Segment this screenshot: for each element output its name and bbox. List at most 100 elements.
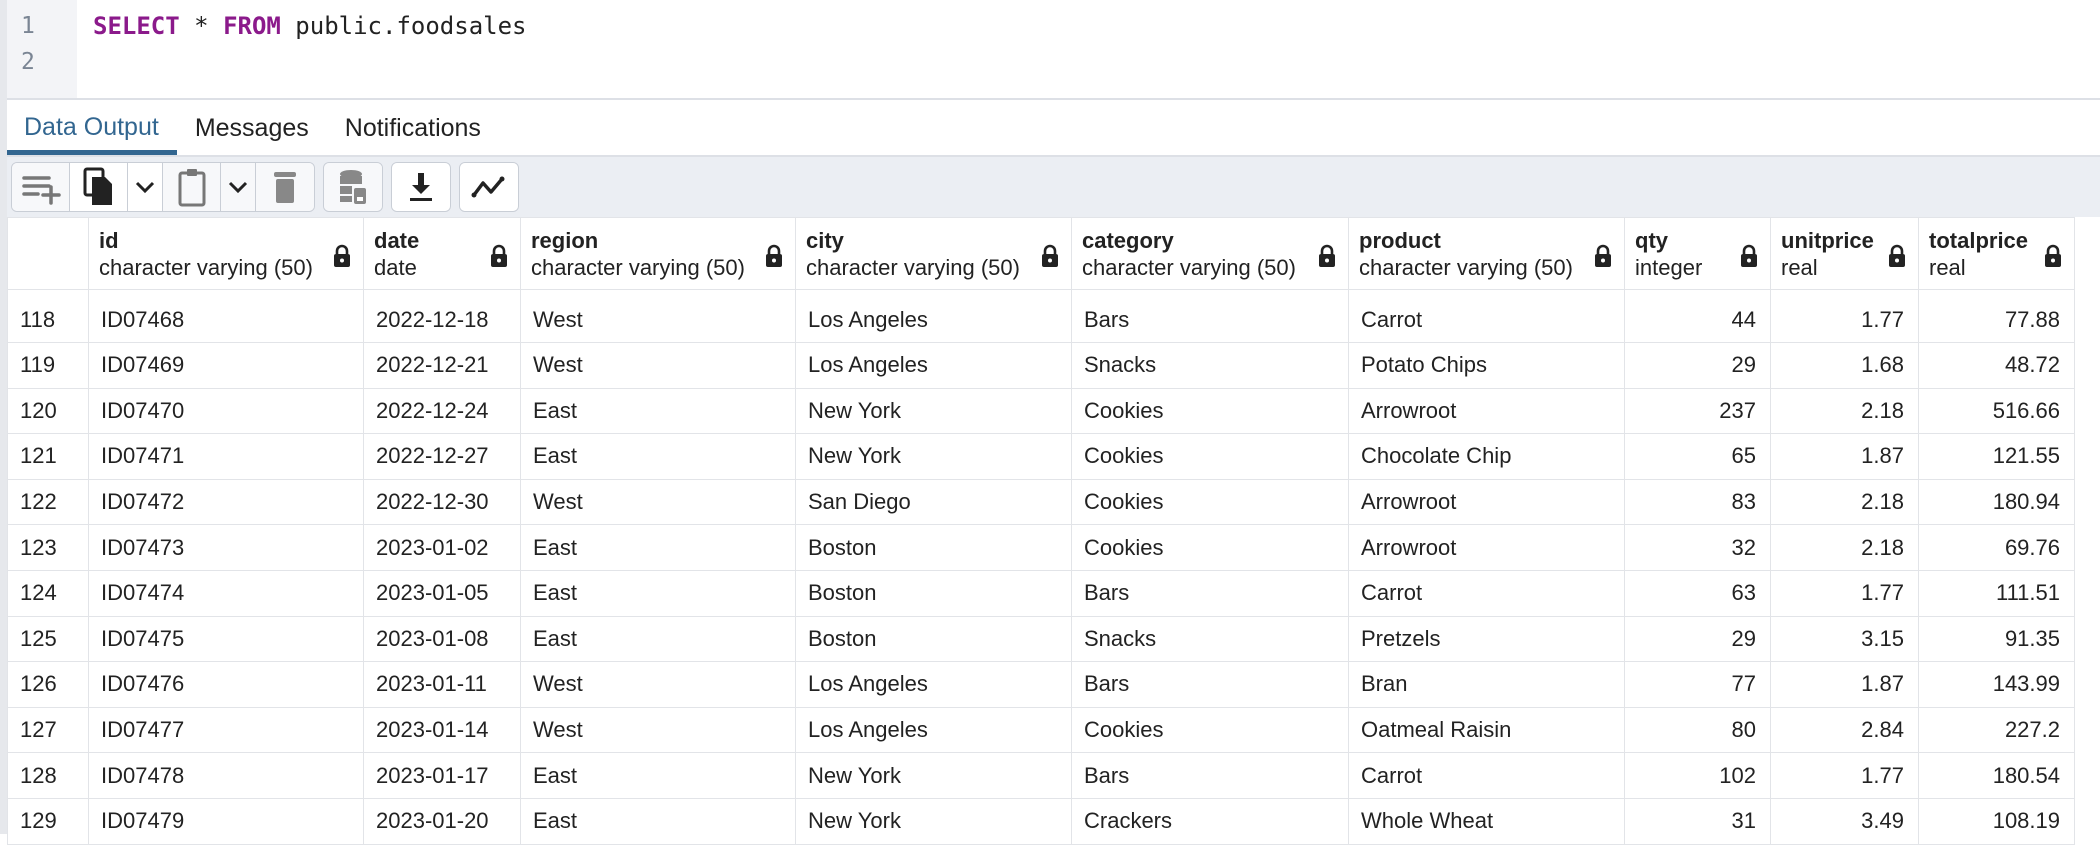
cell-row-number[interactable]: 118 xyxy=(7,289,89,343)
cell-id[interactable]: ID07476 xyxy=(88,661,364,708)
cell-totalprice[interactable]: 180.54 xyxy=(1918,752,2075,799)
table-row[interactable]: 128 ID07478 2023-01-17 East New York Bars Carr… xyxy=(7,752,2075,799)
column-header-qty[interactable]: qty integer xyxy=(1624,217,1771,290)
cell-category[interactable]: Cookies xyxy=(1071,524,1349,571)
cell-region[interactable]: West xyxy=(520,478,796,526)
row-number-header[interactable] xyxy=(7,217,89,290)
cell-row-number[interactable]: 127 xyxy=(7,706,89,754)
cell-region[interactable]: West xyxy=(520,342,796,389)
cell-qty[interactable]: 77 xyxy=(1624,661,1771,708)
cell-totalprice[interactable]: 143.99 xyxy=(1918,661,2075,708)
table-row[interactable]: 122 ID07472 2022-12-30 West San Diego Cookies… xyxy=(7,478,2075,526)
cell-region[interactable]: East xyxy=(520,752,796,799)
cell-id[interactable]: ID07469 xyxy=(88,342,364,389)
table-row[interactable]: 118 ID07468 2022-12-18 West Los Angeles Bars C… xyxy=(7,289,2075,343)
cell-product[interactable]: Pretzels xyxy=(1348,615,1625,663)
cell-city[interactable]: New York xyxy=(795,797,1072,845)
cell-product[interactable]: Chocolate Chip xyxy=(1348,433,1625,480)
cell-date[interactable]: 2023-01-14 xyxy=(363,706,521,754)
table-row[interactable]: 123 ID07473 2023-01-02 East Boston Cookies Arr… xyxy=(7,524,2075,571)
cell-city[interactable]: Boston xyxy=(795,524,1072,571)
cell-id[interactable]: ID07474 xyxy=(88,569,364,617)
cell-date[interactable]: 2022-12-27 xyxy=(363,433,521,480)
column-header-city[interactable]: city character varying (50) xyxy=(795,217,1072,290)
cell-city[interactable]: Los Angeles xyxy=(795,342,1072,389)
cell-product[interactable]: Carrot xyxy=(1348,289,1625,343)
cell-date[interactable]: 2022-12-24 xyxy=(363,387,521,435)
cell-category[interactable]: Bars xyxy=(1071,569,1349,617)
cell-unitprice[interactable]: 1.68 xyxy=(1770,342,1919,389)
cell-totalprice[interactable]: 227.2 xyxy=(1918,706,2075,754)
cell-row-number[interactable]: 125 xyxy=(7,615,89,663)
cell-product[interactable]: Whole Wheat xyxy=(1348,797,1625,845)
cell-city[interactable]: Boston xyxy=(795,569,1072,617)
cell-category[interactable]: Bars xyxy=(1071,661,1349,708)
cell-row-number[interactable]: 129 xyxy=(7,797,89,845)
cell-qty[interactable]: 63 xyxy=(1624,569,1771,617)
cell-city[interactable]: Los Angeles xyxy=(795,289,1072,343)
column-header-category[interactable]: category character varying (50) xyxy=(1071,217,1349,290)
cell-region[interactable]: East xyxy=(520,569,796,617)
cell-unitprice[interactable]: 1.87 xyxy=(1770,433,1919,480)
cell-qty[interactable]: 237 xyxy=(1624,387,1771,435)
cell-product[interactable]: Arrowroot xyxy=(1348,524,1625,571)
table-row[interactable]: 126 ID07476 2023-01-11 West Los Angeles Bars B… xyxy=(7,661,2075,708)
column-header-product[interactable]: product character varying (50) xyxy=(1348,217,1625,290)
cell-product[interactable]: Potato Chips xyxy=(1348,342,1625,389)
cell-category[interactable]: Bars xyxy=(1071,752,1349,799)
cell-id[interactable]: ID07473 xyxy=(88,524,364,571)
cell-region[interactable]: East xyxy=(520,387,796,435)
cell-region[interactable]: East xyxy=(520,524,796,571)
cell-row-number[interactable]: 122 xyxy=(7,478,89,526)
cell-qty[interactable]: 80 xyxy=(1624,706,1771,754)
cell-qty[interactable]: 31 xyxy=(1624,797,1771,845)
cell-category[interactable]: Cookies xyxy=(1071,478,1349,526)
cell-qty[interactable]: 83 xyxy=(1624,478,1771,526)
cell-region[interactable]: West xyxy=(520,289,796,343)
cell-unitprice[interactable]: 2.84 xyxy=(1770,706,1919,754)
cell-city[interactable]: Los Angeles xyxy=(795,706,1072,754)
cell-product[interactable]: Carrot xyxy=(1348,752,1625,799)
paste-button[interactable] xyxy=(163,163,221,211)
cell-date[interactable]: 2023-01-08 xyxy=(363,615,521,663)
cell-city[interactable]: New York xyxy=(795,752,1072,799)
cell-id[interactable]: ID07475 xyxy=(88,615,364,663)
cell-city[interactable]: San Diego xyxy=(795,478,1072,526)
add-row-button[interactable] xyxy=(12,163,70,211)
column-header-unitprice[interactable]: unitprice real xyxy=(1770,217,1919,290)
cell-unitprice[interactable]: 1.77 xyxy=(1770,569,1919,617)
cell-totalprice[interactable]: 108.19 xyxy=(1918,797,2075,845)
cell-row-number[interactable]: 126 xyxy=(7,661,89,708)
tab-data-output[interactable]: Data Output xyxy=(7,100,177,155)
cell-totalprice[interactable]: 77.88 xyxy=(1918,289,2075,343)
cell-category[interactable]: Cookies xyxy=(1071,706,1349,754)
cell-id[interactable]: ID07468 xyxy=(88,289,364,343)
cell-unitprice[interactable]: 1.77 xyxy=(1770,289,1919,343)
cell-category[interactable]: Snacks xyxy=(1071,615,1349,663)
query-editor[interactable]: 1 2 SELECT * FROM public.foodsales xyxy=(7,0,2100,100)
cell-date[interactable]: 2022-12-21 xyxy=(363,342,521,389)
cell-unitprice[interactable]: 1.77 xyxy=(1770,752,1919,799)
cell-product[interactable]: Carrot xyxy=(1348,569,1625,617)
paste-options-dropdown[interactable] xyxy=(221,163,256,211)
cell-id[interactable]: ID07471 xyxy=(88,433,364,480)
cell-id[interactable]: ID07479 xyxy=(88,797,364,845)
cell-category[interactable]: Crackers xyxy=(1071,797,1349,845)
download-button[interactable] xyxy=(392,163,450,211)
cell-product[interactable]: Oatmeal Raisin xyxy=(1348,706,1625,754)
graph-visualiser-button[interactable] xyxy=(460,163,518,211)
tab-messages[interactable]: Messages xyxy=(177,100,327,155)
cell-row-number[interactable]: 120 xyxy=(7,387,89,435)
cell-totalprice[interactable]: 180.94 xyxy=(1918,478,2075,526)
cell-category[interactable]: Bars xyxy=(1071,289,1349,343)
table-row[interactable]: 125 ID07475 2023-01-08 East Boston Snacks Pret… xyxy=(7,615,2075,663)
cell-region[interactable]: East xyxy=(520,615,796,663)
cell-id[interactable]: ID07472 xyxy=(88,478,364,526)
cell-region[interactable]: East xyxy=(520,797,796,845)
cell-date[interactable]: 2022-12-30 xyxy=(363,478,521,526)
cell-row-number[interactable]: 123 xyxy=(7,524,89,571)
column-header-date[interactable]: date date xyxy=(363,217,521,290)
cell-date[interactable]: 2023-01-02 xyxy=(363,524,521,571)
cell-category[interactable]: Snacks xyxy=(1071,342,1349,389)
column-header-totalprice[interactable]: totalprice real xyxy=(1918,217,2075,290)
